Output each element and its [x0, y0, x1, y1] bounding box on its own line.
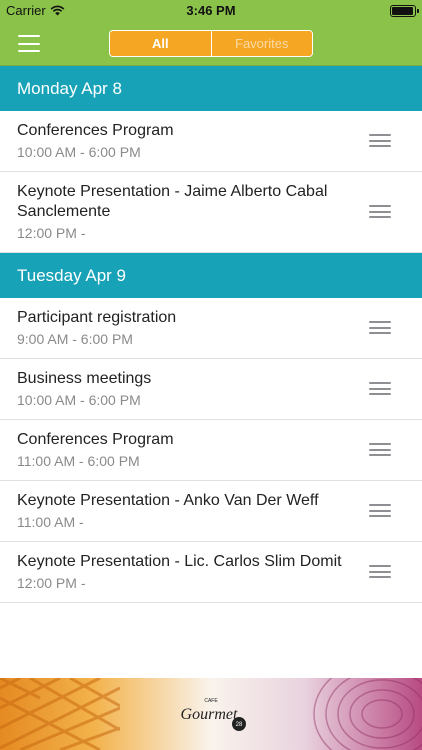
- handle-line-icon: [369, 454, 391, 456]
- svg-text:Gourmet: Gourmet: [181, 706, 238, 723]
- event-title: Conferences Program: [17, 431, 174, 448]
- handle-line-icon: [369, 205, 391, 207]
- menu-line-icon: [18, 50, 40, 52]
- handle-line-icon: [369, 565, 391, 567]
- handle-line-icon: [369, 576, 391, 578]
- event-time: 10:00 AM - 6:00 PM: [17, 392, 141, 408]
- reorder-handle-icon[interactable]: [369, 504, 391, 517]
- handle-line-icon: [369, 382, 391, 384]
- handle-line-icon: [369, 509, 391, 512]
- handle-line-icon: [369, 216, 391, 218]
- handle-line-icon: [369, 332, 391, 334]
- handle-line-icon: [369, 570, 391, 573]
- day-section-header: Monday Apr 8: [0, 66, 422, 111]
- handle-line-icon: [369, 443, 391, 445]
- filter-segmented-control: All Favorites: [109, 30, 313, 57]
- event-time: 9:00 AM - 6:00 PM: [17, 331, 133, 347]
- event-row[interactable]: Conferences Program 10:00 AM - 6:00 PM: [0, 111, 422, 172]
- handle-line-icon: [369, 139, 391, 142]
- reorder-handle-icon[interactable]: [369, 134, 391, 147]
- handle-line-icon: [369, 393, 391, 395]
- svg-text:CAFE: CAFE: [204, 698, 218, 704]
- nav-bar: All Favorites: [0, 22, 422, 66]
- ad-pattern-left: [0, 678, 120, 750]
- reorder-handle-icon[interactable]: [369, 443, 391, 456]
- handle-line-icon: [369, 321, 391, 323]
- schedule-list[interactable]: Monday Apr 8 Conferences Program 10:00 AM …: [0, 66, 422, 678]
- reorder-handle-icon[interactable]: [369, 321, 391, 334]
- event-time: 10:00 AM - 6:00 PM: [17, 144, 141, 160]
- reorder-handle-icon[interactable]: [369, 565, 391, 578]
- ad-pattern-right: [313, 678, 422, 750]
- svg-text:28: 28: [236, 722, 243, 728]
- handle-line-icon: [369, 515, 391, 517]
- event-title: Participant registration: [17, 309, 177, 326]
- event-title: Keynote Presentation - Anko Van Der Weff: [17, 492, 319, 509]
- event-title: Conferences Program: [17, 122, 174, 139]
- clock: 3:46 PM: [186, 3, 236, 18]
- hamburger-menu-button[interactable]: [18, 35, 40, 52]
- event-time: 12:00 PM -: [17, 575, 86, 591]
- tab-all[interactable]: All: [110, 31, 211, 56]
- cafe-gourmet-logo: CAFE Gourmet 28: [181, 698, 246, 731]
- menu-line-icon: [18, 35, 40, 37]
- event-row[interactable]: Keynote Presentation - Jaime Alberto Cab…: [0, 172, 422, 253]
- reorder-handle-icon[interactable]: [369, 382, 391, 395]
- event-row[interactable]: Business meetings 10:00 AM - 6:00 PM: [0, 359, 422, 420]
- menu-line-icon: [18, 42, 40, 45]
- handle-line-icon: [369, 387, 391, 390]
- handle-line-icon: [369, 504, 391, 506]
- tab-favorites[interactable]: Favorites: [210, 31, 312, 56]
- handle-line-icon: [369, 326, 391, 329]
- event-row[interactable]: Participant registration 9:00 AM - 6:00 P…: [0, 298, 422, 359]
- event-title: Keynote Presentation - Lic. Carlos Slim …: [17, 553, 342, 570]
- event-row[interactable]: Keynote Presentation - Anko Van Der Weff…: [0, 481, 422, 542]
- handle-line-icon: [369, 134, 391, 136]
- ad-banner[interactable]: CAFE Gourmet 28: [0, 678, 422, 750]
- event-time: 12:00 PM -: [17, 225, 86, 241]
- handle-line-icon: [369, 448, 391, 451]
- handle-line-icon: [369, 145, 391, 147]
- event-title: Keynote Presentation - Jaime Alberto Cab…: [17, 183, 328, 220]
- handle-line-icon: [369, 210, 391, 213]
- event-time: 11:00 AM - 6:00 PM: [17, 453, 140, 469]
- event-row[interactable]: Keynote Presentation - Lic. Carlos Slim …: [0, 542, 422, 603]
- event-time: 11:00 AM -: [17, 514, 84, 530]
- day-section-header: Tuesday Apr 9: [0, 253, 422, 298]
- battery-icon: [390, 5, 419, 17]
- event-row[interactable]: Conferences Program 11:00 AM - 6:00 PM: [0, 420, 422, 481]
- status-bar: Carrier 3:46 PM: [0, 0, 422, 22]
- event-title: Business meetings: [17, 370, 152, 387]
- reorder-handle-icon[interactable]: [369, 205, 391, 218]
